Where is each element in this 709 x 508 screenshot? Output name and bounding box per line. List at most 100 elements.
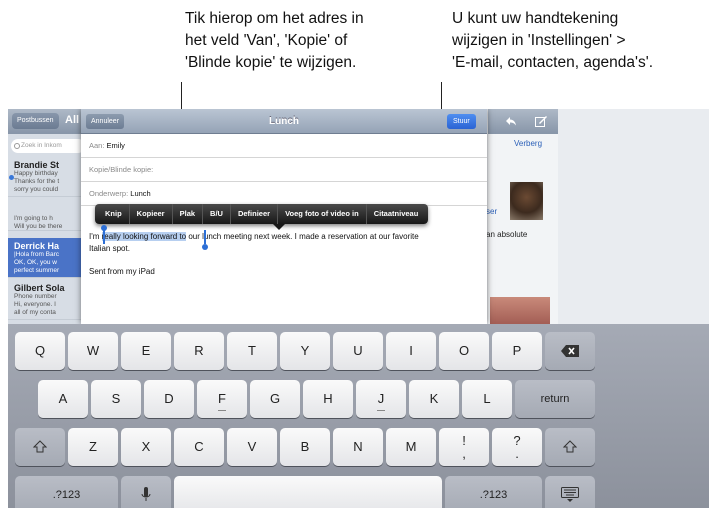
cut-menu-item[interactable]: Knip — [98, 204, 130, 224]
key-n[interactable]: N — [333, 428, 383, 466]
hide-link[interactable]: Verberg — [514, 139, 542, 148]
keyboard-dismiss-icon — [561, 487, 579, 502]
unread-dot-icon — [9, 175, 14, 180]
callout-signature: U kunt uw handtekening wijzigen in 'Inst… — [452, 8, 653, 74]
subject-field[interactable]: Onderwerp: Lunch — [81, 182, 487, 206]
key-p[interactable]: P — [492, 332, 542, 370]
edit-menu-arrow — [273, 224, 285, 230]
body-text-line2: Italian spot. — [89, 244, 130, 253]
to-value: Emily — [106, 141, 125, 150]
message-preview: Happy birthday — [14, 170, 58, 177]
body-text-before: I'm — [89, 232, 102, 241]
message-preview: Will you be there — [14, 223, 63, 230]
to-field[interactable]: Aan: Emily — [81, 134, 487, 158]
callout-address-fields: Tik hierop om het adres in het veld 'Van… — [185, 8, 364, 74]
compose-title: Lunch — [269, 116, 299, 127]
selection-end-bar — [204, 230, 206, 244]
key-question-label: ? — [513, 433, 521, 448]
mailbox-list: Postbussen All Zoek in Inkom Brandie St … — [8, 109, 88, 324]
mail-search-input[interactable]: Zoek in Inkom — [11, 139, 85, 153]
list-item-selected[interactable]: Derrick Ha |Hola from Barc OK, OK, you w… — [8, 238, 88, 278]
cc-bcc-field[interactable]: Kopie/Blinde kopie: — [81, 158, 487, 182]
reply-icon[interactable] — [506, 116, 516, 126]
email-signature: Sent from my iPad — [89, 267, 155, 276]
paste-menu-item[interactable]: Plak — [173, 204, 204, 224]
key-exclamation-comma[interactable]: ! , — [439, 428, 489, 466]
send-button[interactable]: Stuur — [447, 114, 476, 129]
key-a[interactable]: A — [38, 380, 88, 418]
delete-key[interactable] — [545, 332, 595, 370]
dictation-key[interactable] — [121, 476, 171, 508]
key-x[interactable]: X — [121, 428, 171, 466]
compose-toolbar: Annuleer Lunch Stuur — [81, 109, 487, 134]
key-exclamation-label: ! — [462, 433, 466, 448]
message-preview: Phone number — [14, 293, 57, 300]
backspace-icon — [561, 345, 579, 357]
subject-label: Onderwerp: — [89, 189, 129, 198]
message-body[interactable]: I'm really looking forward to our lunch … — [89, 231, 479, 255]
define-menu-item[interactable]: Definieer — [231, 204, 279, 224]
message-preview: all of my conta — [14, 309, 56, 316]
list-item[interactable]: Brandie St Happy birthday Thanks for the… — [8, 157, 88, 197]
message-preview: sorry you could — [14, 186, 59, 193]
key-question-period[interactable]: ? . — [492, 428, 542, 466]
list-item[interactable]: I'm going to h Will you be there — [8, 199, 88, 231]
mailboxes-back-button[interactable]: Postbussen — [12, 113, 59, 129]
key-m[interactable]: M — [386, 428, 436, 466]
bold-underline-menu-item[interactable]: B/U — [203, 204, 231, 224]
home-row-marker — [377, 410, 385, 411]
callout-line: 'Blinde kopie' te wijzigen. — [185, 54, 357, 71]
body-text-after: our lunch meeting next week. I made a re… — [186, 232, 419, 241]
shift-right-key[interactable] — [545, 428, 595, 466]
key-q[interactable]: Q — [15, 332, 65, 370]
microphone-icon — [141, 487, 151, 501]
insert-photo-video-menu-item[interactable]: Voeg foto of video in — [278, 204, 367, 224]
mailbox-toolbar: Postbussen All — [8, 109, 88, 134]
home-row-marker — [218, 410, 226, 411]
selected-text[interactable]: really looking forward to — [101, 232, 187, 241]
key-v[interactable]: V — [227, 428, 277, 466]
callout-line: U kunt uw handtekening — [452, 10, 619, 27]
key-t[interactable]: T — [227, 332, 277, 370]
shift-icon — [562, 440, 578, 453]
on-screen-keyboard: Q W E R T Y U I O P A S D F G H J K L re… — [8, 324, 709, 508]
quote-level-menu-item[interactable]: Citaatniveau — [367, 204, 426, 224]
selection-end-handle[interactable] — [202, 244, 208, 250]
hide-keyboard-key[interactable] — [545, 476, 595, 508]
key-e[interactable]: E — [121, 332, 171, 370]
space-bar[interactable] — [174, 476, 442, 508]
key-r[interactable]: R — [174, 332, 224, 370]
compose-icon[interactable] — [535, 115, 547, 127]
message-preview: OK, OK, you w — [14, 259, 57, 266]
message-preview: Thanks for the t — [14, 178, 60, 185]
key-c[interactable]: C — [174, 428, 224, 466]
key-d[interactable]: D — [144, 380, 194, 418]
key-s[interactable]: S — [91, 380, 141, 418]
key-l[interactable]: L — [462, 380, 512, 418]
copy-menu-item[interactable]: Kopieer — [130, 204, 173, 224]
key-y[interactable]: Y — [280, 332, 330, 370]
key-j[interactable]: J — [356, 380, 406, 418]
numbers-left-key[interactable]: .?123 — [15, 476, 118, 508]
key-z[interactable]: Z — [68, 428, 118, 466]
key-g[interactable]: G — [250, 380, 300, 418]
partial-link[interactable]: ser — [486, 207, 497, 216]
callout-line: wijzigen in 'Instellingen' > — [452, 32, 626, 49]
key-h[interactable]: H — [303, 380, 353, 418]
key-k[interactable]: K — [409, 380, 459, 418]
key-w[interactable]: W — [68, 332, 118, 370]
key-f[interactable]: F — [197, 380, 247, 418]
shift-left-key[interactable] — [15, 428, 65, 466]
selection-start-bar — [103, 230, 105, 244]
callout-line: 'E-mail, contacten, agenda's'. — [452, 54, 654, 71]
key-i[interactable]: I — [386, 332, 436, 370]
key-b[interactable]: B — [280, 428, 330, 466]
numbers-right-key[interactable]: .?123 — [445, 476, 542, 508]
list-item[interactable]: Gilbert Sola Phone number Hi, everyone. … — [8, 280, 88, 320]
return-key[interactable]: return — [515, 380, 595, 418]
contact-photo — [510, 182, 543, 220]
key-u[interactable]: U — [333, 332, 383, 370]
attachment-photo — [490, 297, 550, 324]
message-preview: I'm going to h — [14, 215, 53, 222]
key-o[interactable]: O — [439, 332, 489, 370]
